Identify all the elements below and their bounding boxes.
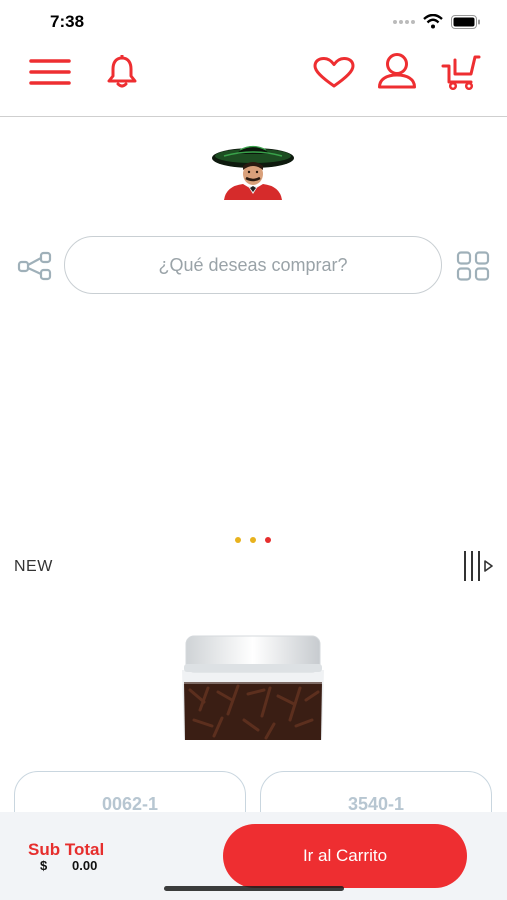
search-input[interactable] (65, 253, 441, 277)
battery-icon (451, 14, 480, 29)
brand-logo (210, 140, 296, 200)
mascot-logo-icon (212, 145, 294, 200)
user-icon (378, 53, 416, 89)
status-time: 7:38 (50, 12, 85, 31)
notifications-button[interactable] (104, 54, 140, 90)
signal-icon (393, 19, 415, 24)
hamburger-menu-icon (29, 59, 71, 85)
heart-icon (313, 57, 355, 88)
view-all-button[interactable] (460, 550, 494, 582)
product-image[interactable] (178, 630, 328, 742)
subtotal-label: Sub Total (28, 840, 105, 859)
carousel-dot[interactable] (250, 537, 256, 543)
carousel-dot[interactable] (235, 537, 241, 543)
grid-view-button[interactable] (455, 250, 491, 282)
grid-icon (456, 251, 490, 281)
subtotal-value: 0.00 (72, 858, 98, 873)
shopping-cart-icon (441, 55, 481, 90)
header-divider (0, 116, 507, 117)
categories-button[interactable] (16, 250, 54, 282)
home-indicator (164, 886, 344, 891)
account-button[interactable] (376, 52, 418, 90)
share-nodes-icon (17, 251, 52, 281)
wifi-icon (423, 14, 443, 29)
carousel-dot-active[interactable] (265, 537, 271, 543)
status-indicators (393, 14, 481, 29)
cart-button[interactable] (440, 54, 482, 90)
search-bar[interactable] (64, 236, 442, 294)
favorites-button[interactable] (312, 56, 356, 90)
spice-jar-image (182, 635, 324, 740)
go-to-cart-button[interactable]: Ir al Carrito (223, 824, 467, 888)
subtotal-currency: $ (40, 858, 48, 873)
bell-icon (107, 55, 137, 88)
play-list-icon (464, 551, 493, 581)
menu-button[interactable] (28, 56, 72, 88)
section-label-new: NEW (14, 558, 53, 575)
